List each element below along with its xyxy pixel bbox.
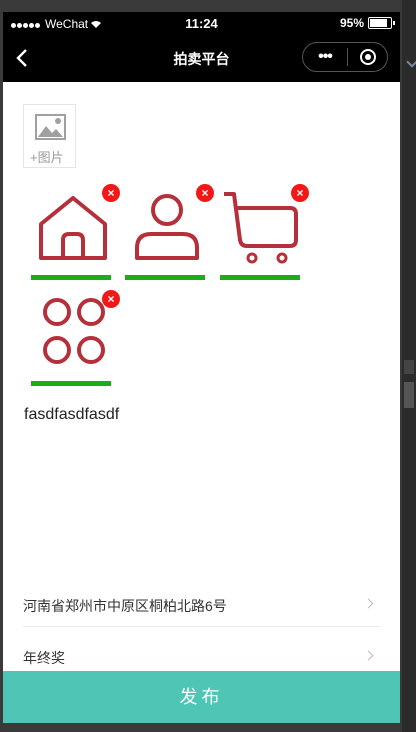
delete-image-button[interactable]: × bbox=[102, 290, 120, 308]
address-row[interactable]: 河南省郑州市中原区桐柏北路6号 bbox=[23, 586, 380, 627]
address-label: 河南省郑州市中原区桐柏北路6号 bbox=[23, 598, 227, 614]
cart-icon bbox=[224, 192, 298, 264]
add-image-label: +图片 bbox=[30, 150, 64, 165]
image-thumbnail[interactable] bbox=[31, 294, 113, 390]
editor-gutter bbox=[402, 0, 416, 732]
status-bar: WeChat 11:24 95% bbox=[3, 12, 400, 34]
delete-image-button[interactable]: × bbox=[196, 184, 214, 202]
thumbnail-underline bbox=[220, 275, 300, 280]
delete-image-button[interactable]: × bbox=[291, 184, 309, 202]
gutter-scroll-thumb[interactable] bbox=[404, 382, 414, 408]
thumbnail-underline bbox=[31, 381, 111, 386]
prize-label: 年终奖 bbox=[23, 650, 65, 666]
battery-icon bbox=[368, 17, 395, 29]
main-content: +图片 × × × × fasdfasdfasdf 河南省郑州市中原区桐柏北路6… bbox=[3, 82, 400, 723]
thumbnail-underline bbox=[31, 275, 111, 280]
description-text[interactable]: fasdfasdfasdf bbox=[24, 406, 119, 424]
home-icon bbox=[39, 196, 107, 260]
apps-icon bbox=[43, 298, 105, 364]
chevron-down-icon bbox=[406, 56, 416, 68]
thumbnail-underline bbox=[125, 275, 205, 280]
publish-button[interactable]: 发布 bbox=[3, 671, 400, 723]
image-thumbnail[interactable] bbox=[125, 188, 207, 284]
chevron-right-icon bbox=[363, 650, 374, 661]
delete-image-button[interactable]: × bbox=[102, 184, 120, 202]
phone-screen: WeChat 11:24 95% 拍卖平台 ••• +图片 × × × × fa… bbox=[3, 12, 400, 723]
image-thumbnail[interactable] bbox=[220, 188, 302, 284]
image-placeholder-icon bbox=[35, 114, 66, 140]
chevron-right-icon bbox=[363, 598, 374, 609]
mini-program-capsule: ••• bbox=[302, 42, 388, 72]
add-image-button[interactable]: +图片 bbox=[23, 104, 76, 168]
close-program-button[interactable] bbox=[348, 49, 387, 65]
more-menu-button[interactable]: ••• bbox=[303, 48, 347, 66]
nav-bar: 拍卖平台 ••• bbox=[3, 34, 400, 82]
target-icon bbox=[359, 49, 376, 65]
image-thumbnail[interactable] bbox=[31, 188, 113, 284]
user-icon bbox=[135, 194, 199, 260]
gutter-marker bbox=[404, 360, 414, 374]
battery-percent: 95% bbox=[339, 16, 364, 30]
